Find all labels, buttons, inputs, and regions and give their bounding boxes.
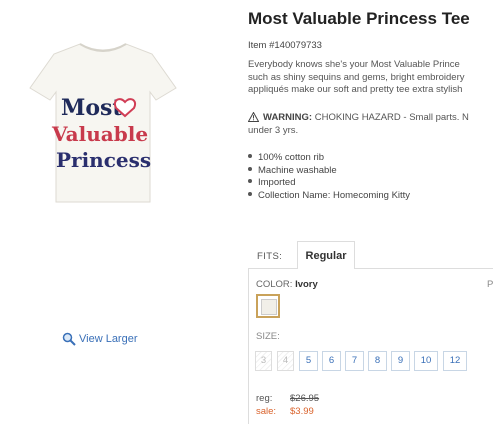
shirt-text-valuable: Valuable [51,122,148,146]
feature-item: Imported [248,177,410,190]
feature-list: 100% cotton rib Machine washable Importe… [248,152,410,202]
size-option-6[interactable]: 6 [322,351,341,371]
swatch-fill [261,299,277,315]
bullet-icon [248,166,252,171]
product-image[interactable]: Most Valuable Princess [28,38,178,206]
color-label: COLOR: Ivory [256,279,318,290]
truncated-label: P [487,279,493,290]
size-option-9[interactable]: 9 [391,351,410,371]
size-label: SIZE: [256,331,280,342]
warning-text-continued: under 3 yrs. [248,125,299,136]
feature-item: Collection Name: Homecoming Kitty [248,190,410,203]
warning-triangle-icon [248,112,259,122]
size-option-3[interactable]: 3 [255,351,272,371]
color-value: Ivory [295,279,318,290]
regular-price: $26.95 [290,393,320,404]
tab-regular[interactable]: Regular [297,241,355,269]
product-description: Everybody knows she's your Most Valuable… [248,59,493,97]
shirt-text-most: Most [61,95,123,121]
options-panel-border [248,268,249,424]
bullet-icon [248,154,252,158]
sale-price: $3.99 [290,406,314,417]
sale-price-label: sale: [256,406,277,417]
regular-price-label: reg: [256,393,273,404]
warning-text: CHOKING HAZARD - Small parts. N [314,112,469,123]
description-line: Everybody knows she's your Most Valuable… [248,59,460,70]
size-option-7[interactable]: 7 [345,351,364,371]
fits-label: FITS: [257,251,283,262]
size-option-10[interactable]: 10 [414,351,438,371]
feature-item: 100% cotton rib [248,152,410,165]
description-line: appliqués make our soft and pretty tee e… [248,84,463,95]
color-swatch-ivory[interactable] [256,294,280,318]
tab-divider [354,268,493,269]
bullet-icon [248,191,252,196]
warning-label: WARNING: [263,112,313,123]
size-option-12[interactable]: 12 [443,351,467,371]
view-larger-link[interactable]: View Larger [62,332,138,346]
size-option-5[interactable]: 5 [299,351,318,371]
item-number: Item #140079733 [248,40,322,51]
magnifier-icon [62,332,76,346]
choking-warning: WARNING: CHOKING HAZARD - Small parts. N… [248,111,493,137]
tab-divider [248,268,297,269]
bullet-icon [248,179,252,184]
shirt-text-princess: Princess [56,148,151,172]
feature-item: Machine washable [248,165,410,178]
description-line: such as shiny sequins and gems, bright e… [248,71,465,83]
size-option-4[interactable]: 4 [277,351,294,371]
view-larger-label: View Larger [79,333,138,345]
size-option-8[interactable]: 8 [368,351,387,371]
product-title: Most Valuable Princess Tee [248,9,470,28]
